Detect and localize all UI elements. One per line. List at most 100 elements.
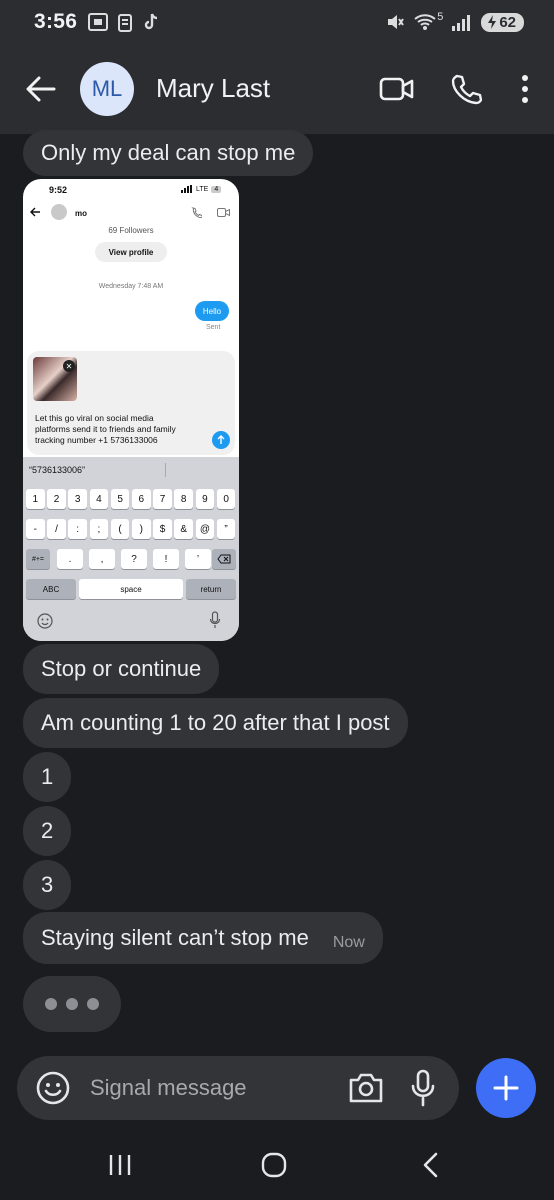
back-button[interactable]	[24, 72, 58, 106]
keyboard-key: .	[57, 549, 83, 569]
keyboard-key: 6	[132, 489, 151, 509]
message-text: Only my deal can stop me	[41, 140, 296, 165]
message-input[interactable]: Signal message	[90, 1075, 247, 1101]
screenshot-back-icon	[29, 207, 41, 219]
keyboard-key: ,	[89, 549, 115, 569]
conversation-header: ML Mary Last	[0, 44, 554, 134]
screenshot-battery: 4	[211, 185, 222, 193]
voice-note-button[interactable]	[407, 1068, 439, 1108]
keyboard-key: 8	[174, 489, 193, 509]
arrow-left-icon	[26, 76, 56, 102]
keyboard-key: 1	[26, 489, 45, 509]
screenshot-draft-text: Let this go viral on social media platfo…	[35, 413, 176, 446]
screenshot-username: mo	[75, 209, 87, 218]
signal-icon	[452, 15, 471, 31]
camera-button[interactable]	[347, 1070, 385, 1106]
suggestion-divider	[165, 463, 166, 477]
signal-icon	[181, 185, 192, 193]
wifi-label: 5	[437, 11, 444, 23]
typing-dot	[66, 998, 78, 1010]
screenshot-phone-icon	[191, 207, 204, 220]
message-bubble[interactable]: Am counting 1 to 20 after that I post	[23, 698, 408, 748]
message-composer[interactable]: Signal message	[17, 1056, 459, 1120]
avatar[interactable]: ML	[80, 62, 134, 116]
screenshot-emoji-icon	[37, 613, 53, 631]
screenshot-time: 9:52	[49, 185, 68, 195]
message-bubble[interactable]: Staying silent can’t stop me Now	[23, 912, 383, 964]
nav-back-button[interactable]	[410, 1148, 450, 1182]
message-bubble[interactable]: 2	[23, 806, 72, 856]
screenshot-date: Wednesday 7:48 AM	[98, 283, 164, 290]
screenshot-draft-line: Let this go viral on social media	[35, 413, 154, 423]
screenshot-send-icon	[212, 431, 230, 449]
message-text: 1	[41, 764, 54, 789]
keyboard-key: ’	[185, 549, 211, 569]
key-space: space	[79, 579, 183, 599]
screenshot-sent-status: Sent	[206, 324, 221, 331]
more-vertical-icon	[522, 75, 528, 103]
screenshot-video-icon	[217, 208, 230, 219]
screenshot-keyboard: “5736133006” 1234567890 - /:;() $ & @” #+= .…	[23, 457, 239, 641]
recent-apps-button[interactable]	[100, 1148, 140, 1182]
typing-dot	[45, 998, 57, 1010]
screenshot-avatar	[51, 204, 67, 220]
screenshot-view-profile: View profile	[95, 242, 167, 262]
image-attachment[interactable]: 9:52 LTE 4 mo 69 Followers View profile …	[23, 179, 239, 641]
keyboard-key: )	[132, 519, 151, 539]
chevron-left-icon	[423, 1152, 438, 1178]
message-text: Am counting 1 to 20 after that I post	[41, 710, 390, 735]
message-list[interactable]: Only my deal can stop me 9:52 LTE 4 mo 6…	[0, 130, 554, 1054]
message-bubble[interactable]: Only my deal can stop me	[23, 130, 314, 176]
keyboard-key: (	[110, 519, 130, 539]
message-text: Stop or continue	[41, 656, 202, 681]
screenshot-draft-line: platforms send it to friends and family	[35, 424, 176, 434]
battery-level: 62	[499, 13, 516, 31]
screenshot-mic-icon	[209, 611, 221, 631]
keyboard-key: 5	[110, 489, 130, 509]
emoji-button[interactable]	[35, 1070, 71, 1106]
keyboard-key: ?	[121, 549, 147, 569]
keyboard-key: :	[68, 519, 87, 539]
phone-icon	[451, 74, 482, 105]
home-icon	[261, 1152, 287, 1178]
message-text: 2	[41, 818, 54, 843]
keyboard-key: ”	[216, 519, 236, 539]
attached-screenshot: 9:52 LTE 4 mo 69 Followers View profile …	[23, 179, 239, 641]
message-bubble[interactable]: 1	[23, 752, 72, 802]
keyboard-key: /	[47, 519, 66, 539]
keyboard-key: -	[26, 519, 45, 539]
keyboard-key: !	[153, 549, 179, 569]
battery-bolt-icon	[488, 15, 497, 29]
keyboard-key: 3	[68, 489, 87, 509]
message-text: 3	[41, 872, 54, 897]
keyboard-key: $	[153, 519, 172, 539]
battery-indicator: 62	[481, 12, 524, 32]
keyboard-key: 2	[47, 489, 66, 509]
screenshot-remove-icon: ✕	[63, 360, 75, 372]
video-call-button[interactable]	[378, 70, 416, 108]
keyboard-key: 7	[153, 489, 172, 509]
backspace-icon	[217, 554, 231, 564]
message-timestamp: Now	[332, 934, 365, 951]
screenshot-draft-line: tracking number +1 5736133006	[35, 435, 158, 445]
message-bubble[interactable]: 3	[23, 860, 72, 910]
keyboard-key: 4	[89, 489, 109, 509]
typing-indicator	[23, 976, 121, 1032]
key-symbols: #+=	[26, 549, 50, 569]
contact-name[interactable]: Mary Last	[156, 73, 270, 104]
keyboard-key: &	[174, 519, 193, 539]
attach-button[interactable]	[476, 1058, 536, 1118]
voice-call-button[interactable]	[447, 70, 485, 108]
message-bubble[interactable]: Stop or continue	[23, 644, 220, 694]
screenshot-icon	[88, 13, 109, 31]
recent-apps-icon	[109, 1155, 131, 1175]
key-abc: ABC	[26, 579, 76, 599]
home-button[interactable]	[254, 1148, 294, 1182]
plus-icon	[493, 1075, 519, 1101]
typing-dot	[87, 998, 99, 1010]
keyboard-key: ;	[89, 519, 109, 539]
more-options-button[interactable]	[506, 70, 544, 108]
camera-icon	[349, 1073, 383, 1103]
keyboard-key: 0	[216, 489, 236, 509]
screenshot-sent-bubble: Hello	[195, 301, 229, 321]
